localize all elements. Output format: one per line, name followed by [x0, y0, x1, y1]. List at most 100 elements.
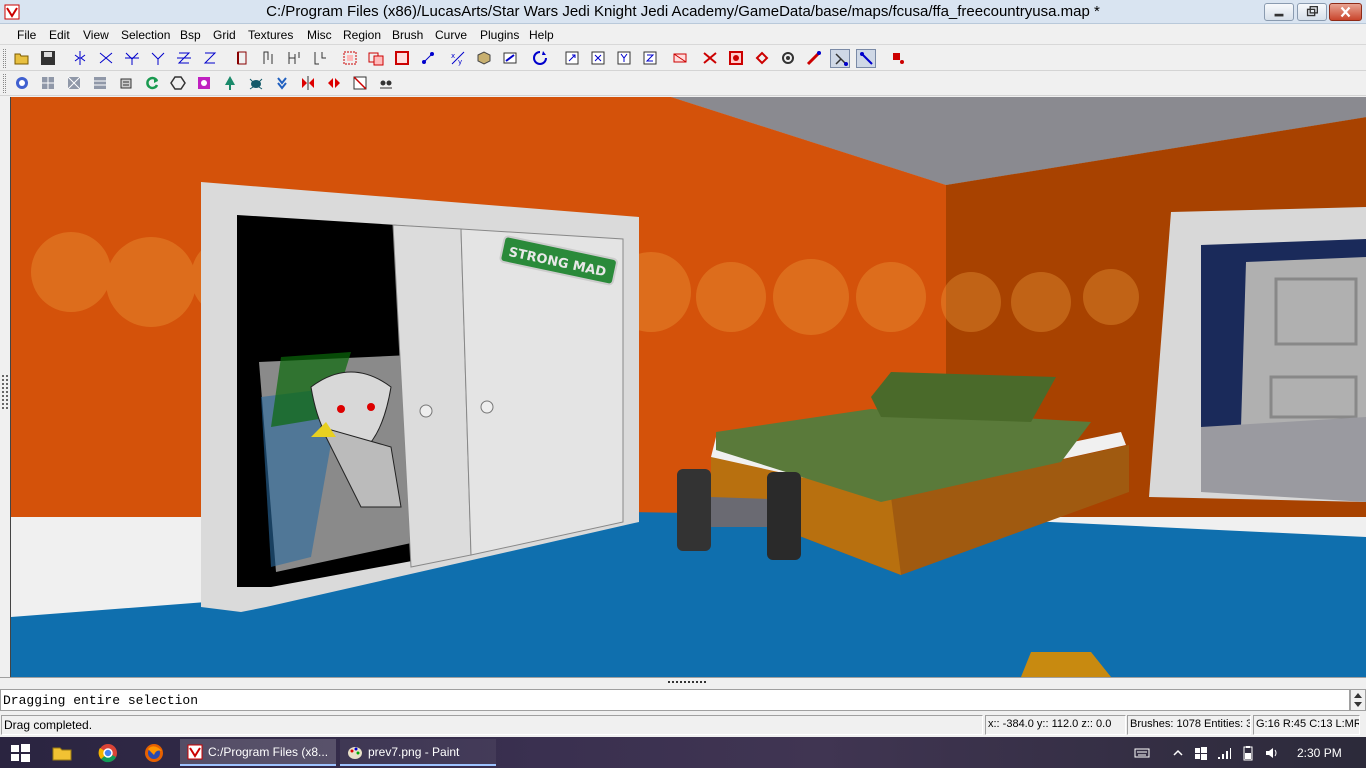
rotate-y-icon: [151, 52, 165, 65]
csg-hollow-button[interactable]: [232, 49, 252, 68]
rotate-icon: [860, 52, 873, 65]
restore-button[interactable]: [1297, 3, 1327, 21]
menu-help[interactable]: Help: [529, 28, 554, 42]
camera-button[interactable]: [500, 49, 520, 68]
keyboard-icon[interactable]: [1134, 745, 1150, 761]
chevron-up-icon[interactable]: [1170, 745, 1186, 761]
patch-swirl-button[interactable]: [12, 74, 32, 93]
csg-subtract-button[interactable]: [258, 49, 278, 68]
scale-button[interactable]: [804, 49, 824, 68]
menu-edit[interactable]: Edit: [49, 28, 70, 42]
arrow-down-button[interactable]: [272, 74, 292, 93]
view-z-icon: [643, 51, 657, 65]
view-y-button[interactable]: [614, 49, 634, 68]
battery-icon[interactable]: [1240, 745, 1256, 761]
console-output[interactable]: Dragging entire selection: [0, 689, 1350, 711]
scene-render[interactable]: STRONG MAD: [11, 97, 1366, 677]
splitter-grip-left[interactable]: [2, 375, 8, 409]
menu-curve[interactable]: Curve: [435, 28, 467, 42]
patch-thicken-button[interactable]: [116, 74, 136, 93]
flip-z-button[interactable]: [174, 49, 194, 68]
menu-plugins[interactable]: Plugins: [480, 28, 519, 42]
camera-viewport[interactable]: STRONG MAD: [10, 97, 1366, 677]
bug-button[interactable]: [246, 74, 266, 93]
flip-x-button[interactable]: [70, 49, 90, 68]
menu-region[interactable]: Region: [343, 28, 381, 42]
view-x-button[interactable]: [588, 49, 608, 68]
status-message: Drag completed.: [1, 715, 983, 735]
entity-button[interactable]: [726, 49, 746, 68]
hexagon-button[interactable]: [168, 74, 188, 93]
clipper-button[interactable]: [418, 49, 438, 68]
eye-button[interactable]: [376, 74, 396, 93]
menu-selection[interactable]: Selection: [121, 28, 170, 42]
view-change-button[interactable]: xy: [448, 49, 468, 68]
network-signal-icon[interactable]: [1216, 745, 1232, 761]
csg-merge-button[interactable]: [284, 49, 304, 68]
volume-icon[interactable]: [1264, 745, 1280, 761]
toolbar-grip[interactable]: [3, 74, 6, 93]
patch-swirl-icon: [16, 77, 28, 89]
taskbar-window-label: C:/Program Files (x8...: [208, 745, 329, 759]
refresh-button[interactable]: [142, 74, 162, 93]
select-inside-button[interactable]: [310, 49, 330, 68]
drag-button[interactable]: [778, 49, 798, 68]
split-red-button[interactable]: [324, 74, 344, 93]
menu-brush[interactable]: Brush: [392, 28, 423, 42]
menu-grid[interactable]: Grid: [213, 28, 236, 42]
purple-shader-button[interactable]: [194, 74, 214, 93]
tree-button[interactable]: [220, 74, 240, 93]
vertex-button[interactable]: [752, 49, 772, 68]
view-xy-button[interactable]: [562, 49, 582, 68]
firefox-icon[interactable]: [142, 741, 166, 765]
rotate-selection-button[interactable]: [530, 49, 550, 68]
minimize-button[interactable]: [1264, 3, 1294, 21]
toolbar-grip[interactable]: [3, 49, 6, 68]
start-windows-icon[interactable]: [8, 741, 32, 765]
menu-textures[interactable]: Textures: [248, 28, 293, 42]
csg-subtract-icon: [263, 51, 273, 64]
rotate-z-button[interactable]: [200, 49, 220, 68]
menu-bsp[interactable]: Bsp: [180, 28, 201, 42]
horizontal-splitter[interactable]: [0, 677, 1366, 689]
taskbar-window-paint[interactable]: prev7.png - Paint: [340, 739, 496, 766]
close-button[interactable]: [1329, 3, 1362, 21]
scale-icon: [806, 50, 822, 66]
patch-bend-button[interactable]: [38, 74, 58, 93]
chrome-icon[interactable]: [96, 741, 120, 765]
save-button[interactable]: [38, 49, 58, 68]
texture-lock-button[interactable]: [474, 49, 494, 68]
red-point-button[interactable]: [888, 49, 908, 68]
menu-file[interactable]: File: [17, 28, 36, 42]
menu-misc[interactable]: Misc: [307, 28, 332, 42]
select-partial-button[interactable]: [366, 49, 386, 68]
rotate-x-button[interactable]: [96, 49, 116, 68]
red-point-icon: [893, 53, 904, 64]
mirror-red-button[interactable]: [298, 74, 318, 93]
windows-flag-icon[interactable]: [1193, 745, 1209, 761]
taskbar-window-radiant[interactable]: C:/Program Files (x8...: [180, 739, 336, 766]
patch-insert-button[interactable]: [64, 74, 84, 93]
file-explorer-icon[interactable]: [50, 741, 74, 765]
eye-icon: [380, 80, 392, 89]
rotate-y-button[interactable]: [148, 49, 168, 68]
splitter-grip[interactable]: [668, 681, 706, 685]
free-drag-button[interactable]: [830, 49, 850, 68]
patch-button[interactable]: [700, 49, 720, 68]
console-scroll[interactable]: [1350, 689, 1366, 711]
drag-icon: [782, 52, 794, 64]
patch-delete-button[interactable]: [90, 74, 110, 93]
flip-y-button[interactable]: [122, 49, 142, 68]
clear-button[interactable]: [350, 74, 370, 93]
cubic-clip-button[interactable]: [670, 49, 690, 68]
select-touching-button[interactable]: [340, 49, 360, 68]
select-complete-button[interactable]: [392, 49, 412, 68]
clock[interactable]: 2:30 PM: [1297, 746, 1342, 760]
rotate-mode-button[interactable]: [856, 49, 876, 68]
refresh-icon: [146, 76, 159, 90]
open-button[interactable]: [12, 49, 32, 68]
menu-view[interactable]: View: [83, 28, 109, 42]
view-z-button[interactable]: [640, 49, 660, 68]
taskbar: C:/Program Files (x8... prev7.png - Pain…: [0, 737, 1366, 768]
taskbar-window-label: prev7.png - Paint: [368, 745, 460, 759]
